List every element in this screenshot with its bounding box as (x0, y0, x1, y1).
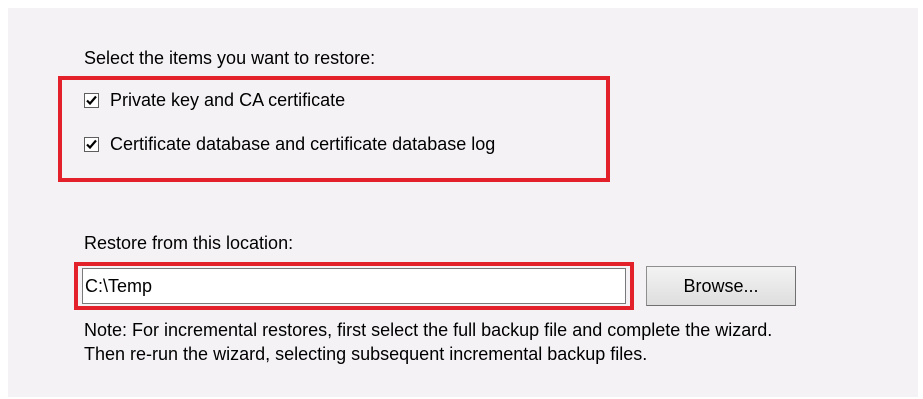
private-key-label: Private key and CA certificate (110, 90, 346, 110)
certificate-database-label: Certificate database and certificate dat… (110, 134, 496, 154)
restore-items-heading: Select the items you want to restore: (84, 48, 376, 68)
note-line-1: Note: For incremental restores, first se… (84, 320, 773, 340)
certificate-database-option[interactable]: Certificate database and certificate dat… (84, 133, 495, 155)
restore-location-input[interactable] (82, 268, 626, 304)
note-line-2: Then re-run the wizard, selecting subseq… (84, 344, 648, 364)
private-key-checkbox[interactable] (84, 92, 99, 108)
checkmark-icon (86, 95, 97, 105)
certificate-database-checkbox[interactable] (84, 136, 99, 152)
browse-button[interactable]: Browse... (646, 266, 796, 306)
private-key-option[interactable]: Private key and CA certificate (84, 89, 345, 111)
incremental-restore-note: Note: For incremental restores, first se… (84, 318, 914, 366)
checkmark-icon (86, 139, 97, 149)
restore-location-label: Restore from this location: (84, 233, 294, 253)
